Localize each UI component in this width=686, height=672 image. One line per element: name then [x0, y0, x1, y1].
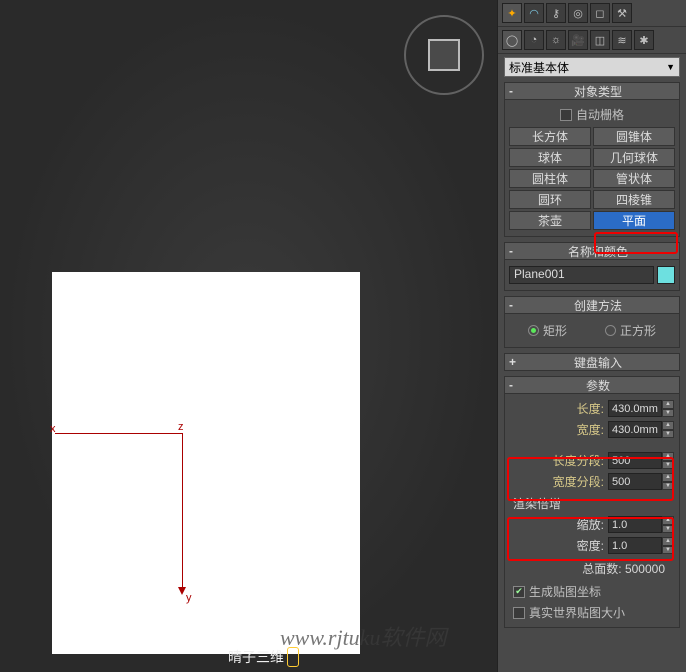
axis-y-line: [182, 433, 183, 593]
axis-x-line: [55, 433, 182, 434]
primitive-管状体[interactable]: 管状体: [593, 169, 675, 188]
systems-icon[interactable]: ✱: [634, 30, 654, 50]
object-type-header[interactable]: -对象类型: [504, 82, 680, 100]
watermark: www.rjtuku软件网: [280, 620, 446, 652]
width-segs-row: 宽度分段:500▲▼: [507, 471, 677, 492]
keyboard-entry-header[interactable]: +键盘输入: [504, 353, 680, 371]
geometry-icon[interactable]: ◯: [502, 30, 522, 50]
display-tab-icon[interactable]: ◻: [590, 3, 610, 23]
command-panel: ✦ ◠ ⚷ ◎ ◻ ⚒ ◯ ◔ ☼ 🎥 ◫ ≋ ✱ 标准基本体 ▼ -对象类型 …: [497, 0, 686, 672]
viewcube-face[interactable]: [428, 39, 460, 71]
name-color-header[interactable]: -名称和颜色: [504, 242, 680, 260]
viewport[interactable]: x z y www.rjtuku软件网 晴子三维: [0, 0, 494, 672]
main-tabs: ✦ ◠ ⚷ ◎ ◻ ⚒: [498, 0, 686, 27]
primitive-平面[interactable]: 平面: [593, 211, 675, 230]
watermark-icon: [287, 647, 299, 667]
primitive-茶壶[interactable]: 茶壶: [509, 211, 591, 230]
modify-tab-icon[interactable]: ◠: [524, 3, 544, 23]
canvas[interactable]: [52, 272, 360, 654]
render-mult-group: 渲染倍增: [507, 492, 677, 514]
parameters-rollout: -参数 长度:430.0mm▲▼ 宽度:430.0mm▲▼ 长度分段:500▲▼…: [504, 376, 680, 628]
helpers-icon[interactable]: ◫: [590, 30, 610, 50]
parameters-header[interactable]: -参数: [504, 376, 680, 394]
total-faces-row: 总面数: 500000: [507, 556, 677, 581]
spacewarps-icon[interactable]: ≋: [612, 30, 632, 50]
object-name-input[interactable]: Plane001: [509, 266, 654, 284]
object-color-swatch[interactable]: [657, 266, 675, 284]
primitive-球体[interactable]: 球体: [509, 148, 591, 167]
motion-tab-icon[interactable]: ◎: [568, 3, 588, 23]
width-spinner[interactable]: 430.0mm▲▼: [608, 421, 674, 438]
real-world-row[interactable]: 真实世界贴图大小: [507, 602, 677, 623]
primitive-几何球体[interactable]: 几何球体: [593, 148, 675, 167]
scale-spinner[interactable]: 1.0▲▼: [608, 516, 674, 533]
rectangle-radio[interactable]: 矩形: [528, 322, 567, 339]
axis-y-arrow: [178, 587, 186, 595]
width-segs-spinner[interactable]: 500▲▼: [608, 473, 674, 490]
scale-row: 缩放:1.0▲▼: [507, 514, 677, 535]
real-world-checkbox: [513, 607, 525, 619]
name-color-rollout: -名称和颜色 Plane001: [504, 242, 680, 291]
length-row: 长度:430.0mm▲▼: [507, 398, 677, 419]
density-row: 密度:1.0▲▼: [507, 535, 677, 556]
dropdown-arrow-icon: ▼: [666, 62, 675, 72]
create-method-rollout: -创建方法 矩形 正方形: [504, 296, 680, 348]
cameras-icon[interactable]: 🎥: [568, 30, 588, 50]
shapes-icon[interactable]: ◔: [524, 30, 544, 50]
primitive-四棱锥[interactable]: 四棱锥: [593, 190, 675, 209]
axis-x-label: x: [50, 423, 56, 435]
axis-z-label: z: [178, 421, 184, 433]
gen-mapping-checkbox: [513, 586, 525, 598]
keyboard-entry-rollout: +键盘输入: [504, 353, 680, 371]
length-segs-row: 长度分段:500▲▼: [507, 450, 677, 471]
gen-mapping-row[interactable]: 生成贴图坐标: [507, 581, 677, 602]
category-tabs: ◯ ◔ ☼ 🎥 ◫ ≋ ✱: [498, 27, 686, 54]
geometry-type-dropdown[interactable]: 标准基本体 ▼: [504, 57, 680, 77]
utilities-tab-icon[interactable]: ⚒: [612, 3, 632, 23]
lights-icon[interactable]: ☼: [546, 30, 566, 50]
autogrid-row[interactable]: 自动栅格: [507, 104, 677, 125]
length-segs-spinner[interactable]: 500▲▼: [608, 452, 674, 469]
hierarchy-tab-icon[interactable]: ⚷: [546, 3, 566, 23]
primitive-圆环[interactable]: 圆环: [509, 190, 591, 209]
primitive-长方体[interactable]: 长方体: [509, 127, 591, 146]
width-row: 宽度:430.0mm▲▼: [507, 419, 677, 440]
axis-y-label: y: [186, 592, 192, 604]
object-type-rollout: -对象类型 自动栅格 长方体圆锥体球体几何球体圆柱体管状体圆环四棱锥茶壶平面: [504, 82, 680, 237]
watermark-sub: 晴子三维: [228, 647, 284, 667]
create-method-header[interactable]: -创建方法: [504, 296, 680, 314]
density-spinner[interactable]: 1.0▲▼: [608, 537, 674, 554]
viewcube[interactable]: [404, 15, 484, 95]
primitive-圆柱体[interactable]: 圆柱体: [509, 169, 591, 188]
dropdown-value: 标准基本体: [509, 59, 569, 76]
primitive-圆锥体[interactable]: 圆锥体: [593, 127, 675, 146]
square-radio[interactable]: 正方形: [605, 322, 656, 339]
autogrid-checkbox: [560, 109, 572, 121]
length-spinner[interactable]: 430.0mm▲▼: [608, 400, 674, 417]
create-tab-icon[interactable]: ✦: [502, 3, 522, 23]
